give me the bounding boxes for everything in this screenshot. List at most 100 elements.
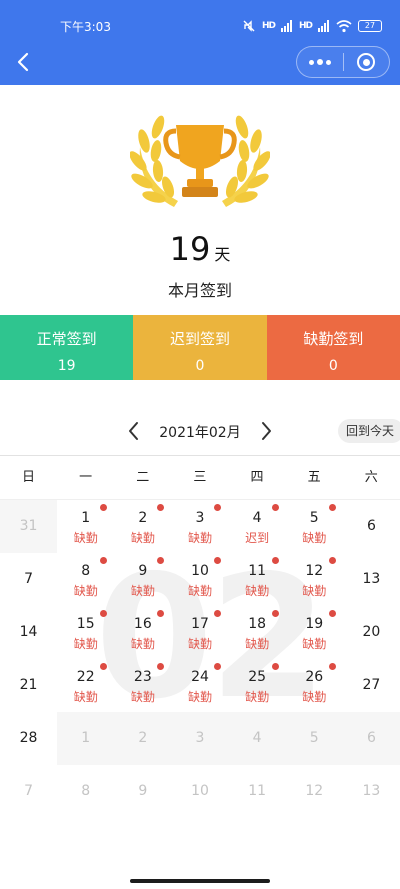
calendar-day-status: 缺勤 xyxy=(187,690,212,704)
calendar-day[interactable]: 15 缺勤 xyxy=(57,606,114,659)
back-arrow-icon[interactable] xyxy=(12,50,36,74)
calendar-day-number: 11 xyxy=(248,563,267,579)
battery-icon: 27 xyxy=(358,20,382,32)
stat-normal-value: 19 xyxy=(57,358,76,374)
mute-icon xyxy=(243,20,255,32)
calendar-day-number: 7 xyxy=(24,783,34,799)
calendar-day[interactable]: 8 xyxy=(57,765,114,818)
calendar-day[interactable]: 6 xyxy=(342,712,400,765)
calendar-day[interactable]: 3 缺勤 xyxy=(171,500,228,553)
calendar-day[interactable]: 13 xyxy=(343,553,400,606)
chevron-right-icon[interactable] xyxy=(257,420,275,442)
weekday-sun: 日 xyxy=(22,470,36,485)
signal-icon-2: HD xyxy=(298,21,313,31)
calendar-day[interactable]: 4 迟到 xyxy=(229,500,286,553)
app-header: 下午3:03 HD HD 27 xyxy=(0,0,400,85)
calendar-day[interactable]: 13 xyxy=(343,765,400,818)
calendar-day[interactable]: 4 xyxy=(228,712,286,765)
calendar-day[interactable]: 9 xyxy=(114,765,171,818)
calendar-day[interactable]: 2 xyxy=(114,712,172,765)
calendar-day[interactable]: 27 xyxy=(343,659,400,712)
calendar-day-number: 8 xyxy=(81,783,91,799)
calendar-day-status: 缺勤 xyxy=(187,637,212,651)
stat-normal-label: 正常签到 xyxy=(36,330,97,348)
calendar-day[interactable]: 12 缺勤 xyxy=(286,553,343,606)
calendar-grid: 02 31 1 缺勤 2 缺勤 3 缺勤 4 迟到 5 缺勤 6 7 8 缺勤 9 缺勤 10 缺勤 11 缺勤 12 缺勤… xyxy=(0,500,400,818)
calendar-day-status: 缺勤 xyxy=(73,690,98,704)
calendar-day[interactable]: 14 xyxy=(0,606,57,659)
calendar-day-number: 31 xyxy=(19,518,38,534)
weekday-thu: 四 xyxy=(250,470,264,485)
calendar-day[interactable]: 5 xyxy=(285,712,343,765)
calendar-day-number: 2 xyxy=(138,730,148,746)
calendar-day-number: 16 xyxy=(133,616,152,632)
calendar-day[interactable]: 24 缺勤 xyxy=(171,659,228,712)
weekday-mon: 一 xyxy=(79,470,93,485)
chevron-left-icon[interactable] xyxy=(125,420,143,442)
calendar-day-number: 1 xyxy=(81,730,91,746)
stat-late-value: 0 xyxy=(195,358,205,374)
calendar-day-number: 4 xyxy=(252,730,262,746)
weekday-sat: 六 xyxy=(364,470,378,485)
calendar-day-status: 缺勤 xyxy=(73,584,98,598)
calendar-day-number: 12 xyxy=(305,563,324,579)
calendar-day-status: 缺勤 xyxy=(130,637,155,651)
calendar-day-status: 缺勤 xyxy=(245,584,270,598)
status-bar: 下午3:03 HD HD 27 xyxy=(0,0,400,40)
calendar-day[interactable]: 11 xyxy=(229,765,286,818)
calendar-day[interactable]: 3 xyxy=(171,712,229,765)
status-dot xyxy=(271,504,279,511)
calendar-day[interactable]: 8 缺勤 xyxy=(57,553,114,606)
calendar-day[interactable]: 9 缺勤 xyxy=(114,553,171,606)
calendar-day[interactable]: 7 xyxy=(0,553,57,606)
calendar-day[interactable]: 21 xyxy=(0,659,57,712)
back-to-today-button[interactable]: 回到今天 xyxy=(338,419,400,443)
month-navigation: 2021年02月 回到今天 xyxy=(0,418,400,444)
calendar-day[interactable]: 5 缺勤 xyxy=(286,500,343,553)
calendar-day[interactable]: 1 缺勤 xyxy=(57,500,114,553)
calendar-day-number: 5 xyxy=(309,730,319,746)
calendar-day-number: 5 xyxy=(309,510,319,526)
more-button[interactable] xyxy=(297,47,343,77)
calendar-day[interactable]: 10 缺勤 xyxy=(171,553,228,606)
calendar-day[interactable]: 22 缺勤 xyxy=(57,659,114,712)
calendar-day-number: 14 xyxy=(19,624,38,640)
calendar-day[interactable]: 25 缺勤 xyxy=(229,659,286,712)
calendar-day[interactable]: 26 缺勤 xyxy=(286,659,343,712)
calendar-day[interactable]: 31 xyxy=(0,500,58,553)
calendar-day[interactable]: 20 xyxy=(343,606,400,659)
calendar-day[interactable]: 16 缺勤 xyxy=(114,606,171,659)
calendar-day-status: 缺勤 xyxy=(130,531,155,545)
calendar-day-number: 3 xyxy=(195,730,205,746)
calendar-day-number: 9 xyxy=(138,563,148,579)
calendar-day[interactable]: 10 xyxy=(171,765,228,818)
calendar-day-status: 缺勤 xyxy=(302,531,327,545)
calendar-day-status: 缺勤 xyxy=(302,584,327,598)
calendar-day[interactable]: 18 缺勤 xyxy=(229,606,286,659)
calendar-day-status: 缺勤 xyxy=(130,690,155,704)
calendar-day[interactable]: 12 xyxy=(286,765,343,818)
calendar-day[interactable]: 7 xyxy=(0,765,57,818)
calendar-day[interactable]: 28 xyxy=(0,712,57,765)
close-button[interactable] xyxy=(343,47,389,77)
calendar-day[interactable]: 19 缺勤 xyxy=(286,606,343,659)
stat-late: 迟到签到 0 xyxy=(133,315,267,380)
calendar-day[interactable]: 11 缺勤 xyxy=(229,553,286,606)
calendar-day-status: 缺勤 xyxy=(187,531,212,545)
calendar-day-status: 缺勤 xyxy=(245,637,270,651)
weekday-fri: 五 xyxy=(307,470,321,485)
status-dot xyxy=(328,610,336,617)
calendar-day-status: 缺勤 xyxy=(73,531,98,545)
calendar-day-number: 11 xyxy=(248,783,267,799)
calendar-day[interactable]: 6 xyxy=(343,500,400,553)
calendar-day[interactable]: 23 缺勤 xyxy=(114,659,171,712)
calendar-day-number: 21 xyxy=(19,677,38,693)
status-dot xyxy=(271,557,279,564)
trophy-icon xyxy=(130,115,270,207)
calendar-day[interactable]: 2 缺勤 xyxy=(114,500,171,553)
checkin-label: 本月签到 xyxy=(167,281,232,300)
calendar-day[interactable]: 17 缺勤 xyxy=(171,606,228,659)
calendar-day-number: 3 xyxy=(195,510,205,526)
calendar-day[interactable]: 1 xyxy=(57,712,115,765)
more-dot-icon xyxy=(308,59,314,65)
